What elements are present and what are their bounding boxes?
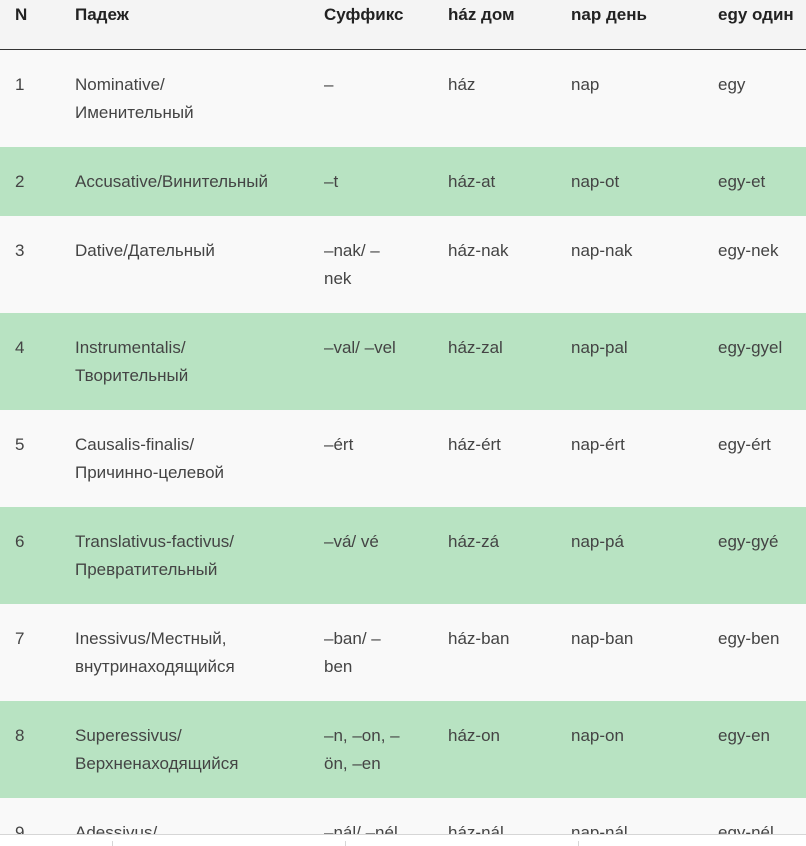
cell-egy: egy-et — [718, 172, 766, 191]
cell-egy: egy-nek — [718, 241, 779, 260]
cell-haz: ház-nak — [448, 241, 509, 260]
cell-case: Instrumentalis/ Творительный — [75, 338, 189, 385]
header-n: N — [15, 5, 28, 24]
cell-nap: nap-pal — [571, 338, 628, 357]
cell-egy: egy-ért — [718, 435, 771, 454]
cell-haz: ház-at — [448, 172, 496, 191]
cell-suffix: –nak/ – nek — [324, 241, 380, 288]
cell-haz: ház-ban — [448, 629, 510, 648]
header-nap: nap день — [571, 5, 647, 24]
cell-n: 6 — [15, 532, 25, 551]
cell-haz: ház — [448, 75, 476, 94]
cell-haz: ház-zal — [448, 338, 503, 357]
cell-suffix: –vá/ vé — [324, 532, 379, 551]
cell-case: Accusative/Винительный — [75, 172, 269, 191]
cell-suffix: –t — [324, 172, 339, 191]
cell-n: 8 — [15, 726, 25, 745]
cell-nap: nap-pá — [571, 532, 624, 551]
divider-tick — [112, 841, 113, 846]
cell-suffix: – — [324, 75, 334, 94]
cell-nap: nap — [571, 75, 600, 94]
cell-case: Superessivus/ Верхненаходящийся — [75, 726, 239, 773]
case-table: N Падеж Суффикс ház дом nap день egy оди… — [0, 0, 806, 846]
divider-tick — [578, 841, 579, 846]
header-suffix: Суффикс — [324, 5, 404, 24]
table-row: 1 Nominative/ Именительный – ház nap egy — [0, 50, 806, 147]
table-row: 6 Translativus-factivus/ Превратительный… — [0, 507, 806, 604]
header-haz: ház дом — [448, 5, 515, 24]
cell-suffix: –val/ –vel — [324, 338, 396, 357]
cell-egy: egy-en — [718, 726, 770, 745]
cell-nap: nap-nak — [571, 241, 633, 260]
table-header: N Падеж Суффикс ház дом nap день egy оди… — [0, 0, 806, 50]
table-row: 2 Accusative/Винительный –t ház-at nap-o… — [0, 147, 806, 216]
cell-nap: nap-ban — [571, 629, 634, 648]
cell-n: 5 — [15, 435, 25, 454]
cell-haz: ház-ért — [448, 435, 501, 454]
table-row: 3 Dative/Дательный –nak/ – nek ház-nak n… — [0, 216, 806, 313]
cell-nap: nap-on — [571, 726, 624, 745]
cell-case: Inessivus/Местный, внутринаходящийся — [75, 629, 235, 676]
cell-case: Dative/Дательный — [75, 241, 215, 260]
header-egy: egy один — [718, 5, 794, 24]
cell-suffix: –n, –on, – ön, –en — [324, 726, 400, 773]
cell-suffix: –ban/ – ben — [324, 629, 381, 676]
cell-n: 1 — [15, 75, 25, 94]
cell-nap: nap-ért — [571, 435, 625, 454]
cell-case: Nominative/ Именительный — [75, 75, 194, 122]
cell-n: 4 — [15, 338, 25, 357]
table-row: 5 Causalis-finalis/ Причинно-целевой –ér… — [0, 410, 806, 507]
cell-nap: nap-ot — [571, 172, 620, 191]
cell-haz: ház-on — [448, 726, 500, 745]
cell-n: 2 — [15, 172, 25, 191]
cell-egy: egy-gyel — [718, 338, 783, 357]
cell-n: 7 — [15, 629, 25, 648]
cell-suffix: –ért — [324, 435, 354, 454]
cell-case: Causalis-finalis/ Причинно-целевой — [75, 435, 225, 482]
cell-n: 3 — [15, 241, 25, 260]
bottom-divider-bar — [0, 834, 806, 846]
divider-tick — [345, 841, 346, 846]
cell-egy: egy-ben — [718, 629, 780, 648]
header-case: Падеж — [75, 5, 129, 24]
cell-egy: egy — [718, 75, 746, 94]
cell-egy: egy-gyé — [718, 532, 779, 551]
table-row: 4 Instrumentalis/ Творительный –val/ –ve… — [0, 313, 806, 410]
table-row: 8 Superessivus/ Верхненаходящийся –n, –o… — [0, 701, 806, 798]
cell-case: Translativus-factivus/ Превратительный — [75, 532, 235, 579]
cell-haz: ház-zá — [448, 532, 500, 551]
table-row: 7 Inessivus/Местный, внутринаходящийся –… — [0, 604, 806, 701]
